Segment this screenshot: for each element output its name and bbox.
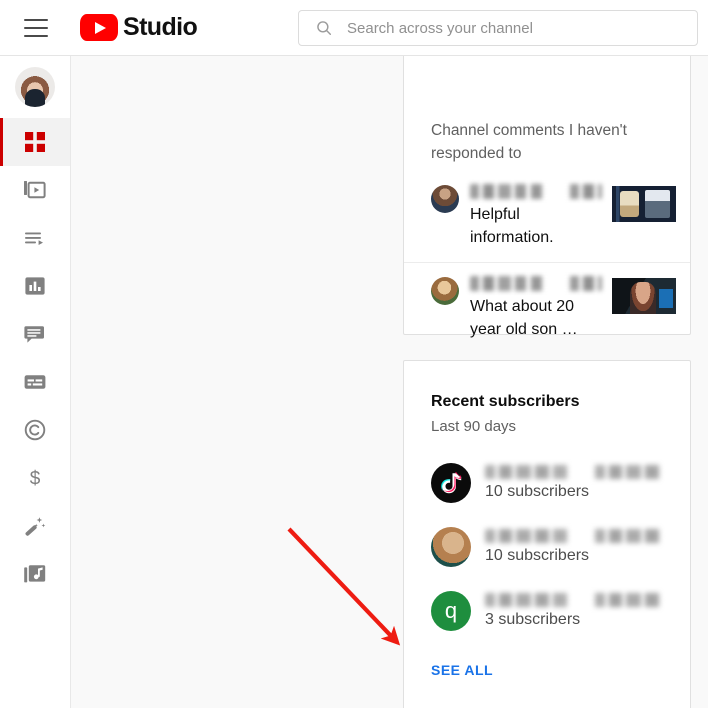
search-bar[interactable] bbox=[298, 10, 698, 46]
comment-text: Helpful information. bbox=[470, 206, 554, 246]
comment-bubble-icon bbox=[24, 326, 44, 343]
subscriber-body: 10 subscribers bbox=[485, 464, 663, 502]
hamburger-menu-icon[interactable] bbox=[24, 18, 48, 37]
svg-text:$: $ bbox=[30, 468, 41, 489]
copyright-icon bbox=[24, 419, 46, 441]
sidebar-item-customization[interactable] bbox=[0, 502, 70, 550]
comments-card-title: Channel comments I haven't responded to bbox=[431, 122, 627, 162]
comment-text: What about 20 year old son … bbox=[470, 298, 578, 338]
subscriber-name-redacted bbox=[485, 464, 663, 479]
comment-row[interactable]: What about 20 year old son … bbox=[404, 262, 690, 354]
commenter-name-redacted bbox=[470, 184, 602, 199]
studio-brand-logo[interactable]: Studio bbox=[80, 13, 198, 41]
sidebar-avatar-row bbox=[0, 56, 70, 118]
subscriber-count: 10 subscribers bbox=[485, 546, 590, 564]
channel-avatar[interactable] bbox=[15, 67, 55, 107]
commenter-name-redacted bbox=[470, 276, 602, 291]
subscriber-row[interactable]: 10 subscribers bbox=[404, 520, 690, 574]
music-note-icon bbox=[24, 565, 46, 583]
commenter-avatar bbox=[431, 185, 459, 213]
subscriber-photo-avatar bbox=[431, 527, 471, 567]
main-content: Channel comments I haven't responded to … bbox=[71, 56, 708, 708]
card-recent-subscribers: Recent subscribers Last 90 days 10 subsc… bbox=[403, 360, 691, 708]
left-sidebar: $ bbox=[0, 56, 71, 708]
subscriber-body: 10 subscribers bbox=[485, 528, 663, 566]
magic-wand-icon bbox=[25, 517, 46, 536]
sidebar-item-comments[interactable] bbox=[0, 310, 70, 358]
comment-row[interactable]: Helpful information. bbox=[404, 171, 690, 262]
subscriber-count: 3 subscribers bbox=[485, 610, 581, 628]
comment-body: Helpful information. bbox=[470, 184, 602, 249]
card-channel-comments: Channel comments I haven't responded to … bbox=[403, 56, 691, 384]
playlist-icon bbox=[25, 232, 43, 245]
sidebar-item-audio-library[interactable] bbox=[0, 550, 70, 598]
youtube-logo-icon bbox=[80, 14, 118, 41]
comment-body: What about 20 year old son … bbox=[470, 276, 602, 341]
dollar-sign-icon: $ bbox=[30, 468, 41, 489]
youtube-studio-dashboard: Studio Search across your channel $ Chan… bbox=[0, 0, 708, 708]
sidebar-item-analytics[interactable] bbox=[0, 262, 70, 310]
video-thumbnail[interactable] bbox=[612, 186, 676, 222]
subscriber-row[interactable]: 10 subscribers bbox=[404, 456, 690, 510]
see-all-link[interactable]: SEE ALL bbox=[404, 662, 690, 678]
subscribers-card-subtitle: Last 90 days bbox=[431, 418, 517, 435]
top-bar: Studio bbox=[0, 0, 708, 56]
analytics-bar-chart-icon bbox=[25, 277, 45, 295]
search-input[interactable] bbox=[347, 19, 685, 37]
video-thumbnail[interactable] bbox=[612, 278, 676, 314]
subscriber-count: 10 subscribers bbox=[485, 482, 590, 500]
search-icon bbox=[317, 21, 332, 36]
brand-text: Studio bbox=[123, 13, 198, 41]
sidebar-item-dashboard[interactable] bbox=[0, 118, 70, 166]
dashboard-grid-icon bbox=[25, 132, 45, 152]
tiktok-logo-avatar bbox=[431, 463, 471, 503]
subscriber-body: 3 subscribers bbox=[485, 592, 663, 630]
subscriber-name-redacted bbox=[485, 528, 663, 543]
subscribers-card-title: Recent subscribers bbox=[431, 393, 580, 410]
video-content-icon bbox=[24, 181, 46, 199]
sidebar-item-playlists[interactable] bbox=[0, 214, 70, 262]
sidebar-item-content[interactable] bbox=[0, 166, 70, 214]
subscriber-row[interactable]: q 3 subscribers bbox=[404, 584, 690, 638]
subscriber-name-redacted bbox=[485, 592, 663, 607]
sidebar-item-subtitles[interactable] bbox=[0, 358, 70, 406]
commenter-avatar bbox=[431, 277, 459, 305]
sidebar-item-earn[interactable]: $ bbox=[0, 454, 70, 502]
sidebar-item-copyright[interactable] bbox=[0, 406, 70, 454]
subtitles-icon bbox=[24, 375, 46, 389]
subscriber-letter-avatar: q bbox=[431, 591, 471, 631]
